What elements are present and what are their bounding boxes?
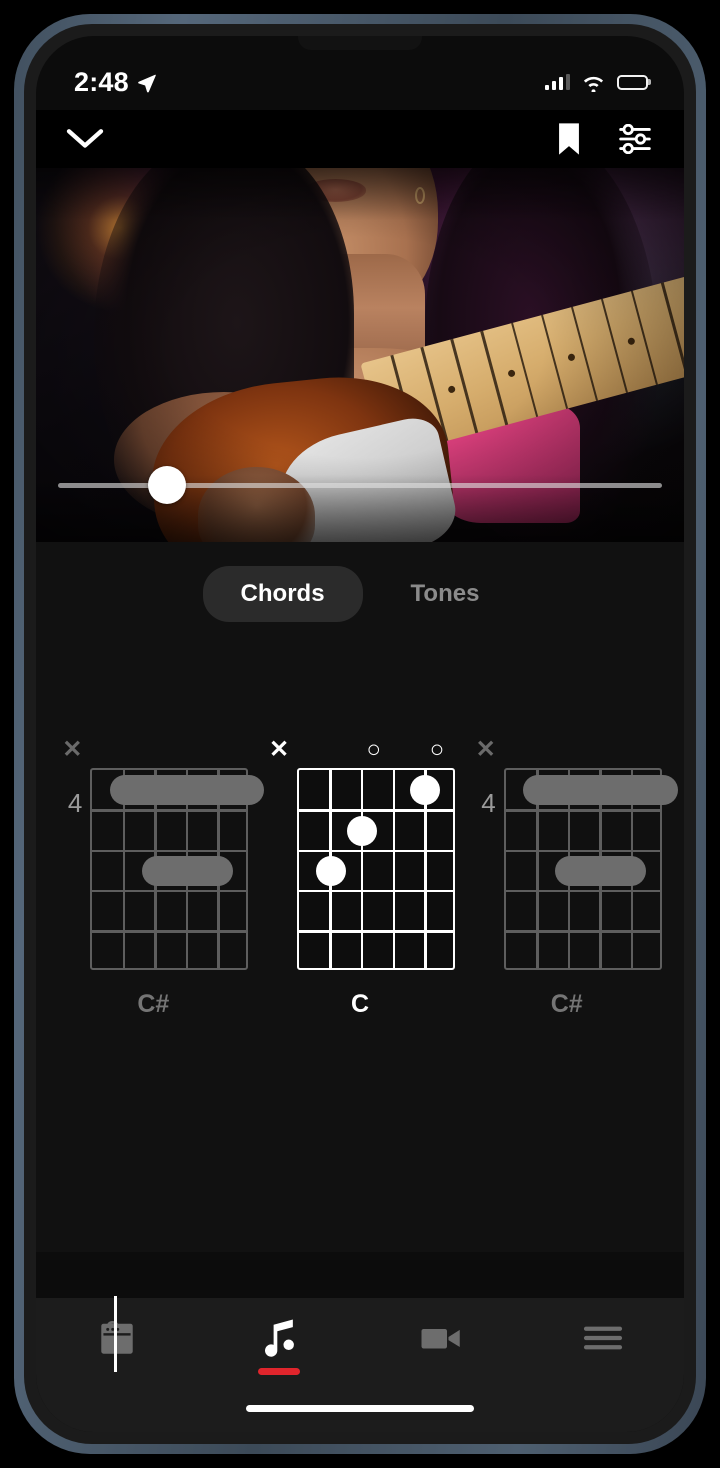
view-mode-segmented-control: Chords Tones bbox=[36, 542, 684, 646]
music-note-icon bbox=[260, 1318, 298, 1358]
hamburger-menu-icon bbox=[583, 1318, 623, 1358]
speaker-notch bbox=[298, 36, 422, 50]
nav-bar bbox=[36, 110, 684, 168]
barre-marker bbox=[110, 775, 264, 805]
phone-inner-bezel: 2:48 bbox=[24, 24, 696, 1444]
barre-marker bbox=[142, 856, 233, 886]
chord-name-label: C bbox=[351, 990, 369, 1019]
fretboard-holder bbox=[265, 768, 455, 970]
muted-string-marker: ✕ bbox=[476, 736, 496, 764]
chord-card[interactable]: ✕ 4 C# bbox=[463, 736, 670, 1019]
barre-marker bbox=[523, 775, 677, 805]
progress-thumb[interactable] bbox=[148, 466, 186, 504]
muted-string-marker: ✕ bbox=[269, 736, 289, 764]
start-fret-number: 4 bbox=[58, 768, 82, 816]
home-indicator bbox=[246, 1405, 474, 1412]
open-string-marker: ○ bbox=[430, 736, 445, 764]
status-bar-right bbox=[545, 73, 649, 92]
finger-dot bbox=[347, 816, 377, 846]
chord-name-label: C# bbox=[551, 990, 583, 1019]
finger-dot bbox=[316, 856, 346, 886]
open-string-marker: ○ bbox=[367, 736, 382, 764]
wifi-icon bbox=[581, 73, 606, 92]
tab-music[interactable] bbox=[198, 1318, 360, 1375]
progress-track[interactable] bbox=[58, 483, 662, 488]
tab-menu[interactable] bbox=[522, 1318, 684, 1358]
string-markers: ✕○○ bbox=[279, 736, 441, 764]
sliders-icon[interactable] bbox=[618, 124, 652, 154]
video-progress-slider[interactable] bbox=[58, 470, 662, 500]
status-time: 2:48 bbox=[74, 67, 129, 98]
chord-card[interactable]: ✕○○C bbox=[257, 736, 464, 1019]
phone-screen: 2:48 bbox=[36, 36, 684, 1432]
barre-marker bbox=[555, 856, 646, 886]
start-fret-number: 4 bbox=[472, 768, 496, 816]
fretboard-holder: 4 bbox=[58, 768, 248, 970]
timeline-playhead bbox=[114, 1296, 117, 1372]
chord-card[interactable]: ✕ 4 C# bbox=[50, 736, 257, 1019]
nav-bar-actions bbox=[556, 122, 652, 156]
fretboard-grid bbox=[90, 768, 248, 970]
location-arrow-icon bbox=[136, 72, 157, 93]
phone-frame: 2:48 bbox=[14, 14, 706, 1454]
status-bar-left: 2:48 bbox=[74, 67, 157, 98]
chord-name-label: C# bbox=[137, 990, 169, 1019]
fretboard-holder: 4 bbox=[472, 768, 662, 970]
tab-chords[interactable]: Chords bbox=[203, 566, 363, 622]
bookmark-icon[interactable] bbox=[556, 122, 582, 156]
finger-dot bbox=[410, 775, 440, 805]
active-tab-indicator bbox=[258, 1368, 300, 1375]
amp-icon bbox=[98, 1318, 136, 1358]
tab-video[interactable] bbox=[360, 1318, 522, 1358]
string-markers: ✕ bbox=[72, 736, 234, 764]
collapse-chevron-down-icon[interactable] bbox=[66, 126, 104, 152]
muted-string-marker: ✕ bbox=[62, 736, 82, 764]
fretboard-grid bbox=[297, 768, 455, 970]
video-camera-icon bbox=[420, 1318, 462, 1358]
tab-tones[interactable]: Tones bbox=[373, 566, 518, 622]
chord-diagram-row: ✕4C#✕○○C✕4C# bbox=[36, 736, 684, 1019]
string-markers: ✕ bbox=[486, 736, 648, 764]
fretboard-grid bbox=[504, 768, 662, 970]
video-player[interactable] bbox=[36, 168, 684, 542]
tab-amp[interactable] bbox=[36, 1318, 198, 1358]
chords-panel: ✕4C#✕○○C✕4C# bbox=[36, 646, 684, 1252]
battery-icon bbox=[617, 75, 648, 90]
cellular-signal-icon bbox=[545, 74, 571, 90]
